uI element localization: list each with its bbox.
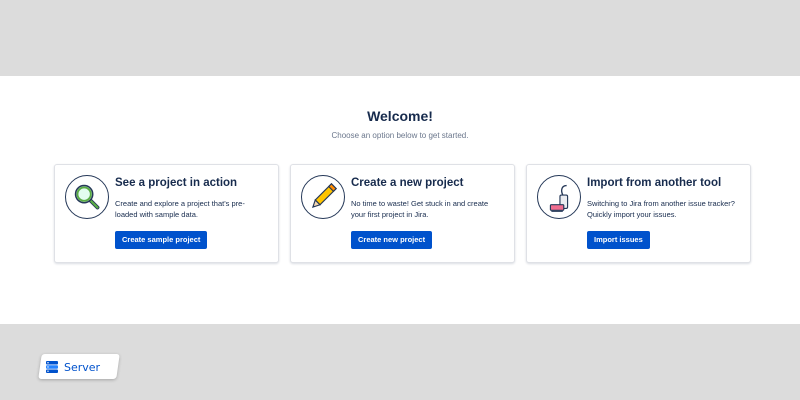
top-gray-band	[0, 0, 800, 76]
create-new-project-button[interactable]: Create new project	[351, 231, 433, 249]
card-description: Create and explore a project that's pre-…	[115, 199, 245, 219]
card-sample-project: See a project in action Create and explo…	[54, 164, 279, 263]
card-import: Import from another tool Switching to Ji…	[526, 164, 751, 263]
card-new-project: Create a new project No time to waste! G…	[290, 164, 515, 263]
card-title: Create a new project	[351, 177, 464, 189]
server-label: Server	[64, 360, 101, 374]
vacuum-icon	[537, 175, 581, 219]
welcome-panel: Welcome! Choose an option below to get s…	[0, 76, 800, 324]
server-badge-content: Server	[44, 358, 100, 376]
pencil-icon	[301, 175, 345, 219]
bottom-gray-band	[0, 324, 800, 400]
page-subtitle: Choose an option below to get started.	[331, 131, 469, 140]
card-description: No time to waste! Get stuck in and creat…	[351, 199, 489, 219]
magnifier-icon	[65, 175, 109, 219]
card-title: See a project in action	[115, 177, 238, 189]
import-issues-button[interactable]: Import issues	[587, 231, 650, 249]
server-stack-icon	[44, 359, 60, 375]
card-title: Import from another tool	[587, 177, 722, 189]
create-sample-project-button[interactable]: Create sample project	[115, 231, 208, 249]
card-description: Switching to Jira from another issue tra…	[587, 199, 735, 219]
page-title: Welcome!	[367, 108, 433, 124]
